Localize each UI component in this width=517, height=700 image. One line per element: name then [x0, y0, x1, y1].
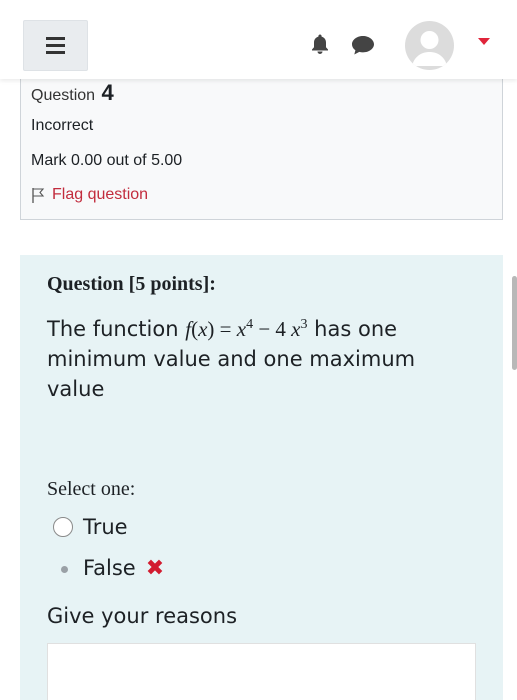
question-state: Incorrect: [31, 117, 94, 134]
reasons-textarea[interactable]: [47, 643, 476, 700]
bell-icon[interactable]: [308, 32, 332, 56]
page-scrollbar[interactable]: [512, 276, 517, 370]
chat-icon[interactable]: [350, 33, 376, 57]
select-one-prompt: Select one:: [47, 478, 136, 500]
flag-question-link[interactable]: Flag question: [31, 186, 148, 204]
hamburger-icon: [46, 37, 65, 40]
answer-option-true-label: True: [83, 515, 128, 539]
question-number: Question 4: [31, 80, 114, 106]
radio-true[interactable]: [53, 517, 73, 537]
flag-question-label: Flag question: [52, 186, 149, 203]
question-info-panel: Question 4 Incorrect Mark 0.00 out of 5.…: [20, 74, 503, 220]
question-text: The function f(x) = x4 − 4 x3 has one mi…: [47, 310, 467, 404]
question-text-before: The function: [47, 317, 179, 341]
answer-option-false-label: False: [83, 556, 136, 580]
math-expression: f(x) = x4 − 4 x3: [185, 317, 308, 341]
incorrect-x-icon: ✖: [145, 555, 165, 580]
answer-option-false[interactable]: False ✖: [53, 555, 164, 581]
avatar[interactable]: [405, 21, 454, 70]
top-navbar: [0, 0, 517, 79]
question-content: Question [5 points]: The function f(x) =…: [20, 255, 503, 700]
reasons-label: Give your reasons: [47, 604, 238, 628]
question-title: Question [5 points]:: [47, 273, 216, 295]
question-grade: Mark 0.00 out of 5.00: [31, 152, 183, 169]
question-number-value: 4: [101, 80, 114, 105]
caret-down-icon[interactable]: [478, 38, 490, 45]
radio-false[interactable]: [53, 558, 73, 578]
hamburger-menu-button[interactable]: [23, 20, 88, 71]
user-avatar-icon: [412, 31, 447, 66]
flag-icon: [32, 187, 45, 203]
question-label: Question: [31, 87, 96, 104]
answer-option-true[interactable]: True: [53, 515, 128, 539]
